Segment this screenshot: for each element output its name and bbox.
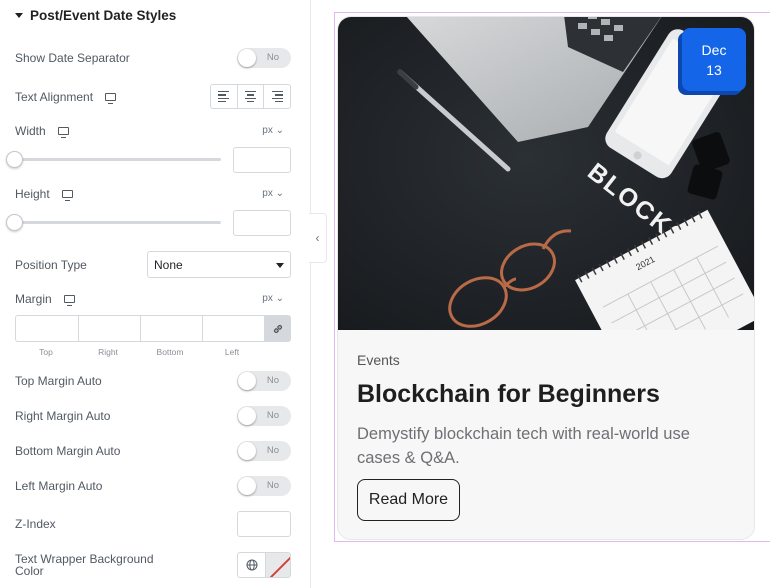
align-right-icon[interactable] (263, 85, 290, 108)
globe-icon[interactable] (238, 553, 265, 577)
chevron-left-icon: ‹ (315, 231, 320, 245)
desktop-icon[interactable] (63, 295, 75, 306)
bottom-margin-auto-toggle[interactable]: No (237, 441, 291, 461)
position-type-label: Position Type (15, 258, 87, 272)
margin-top-label: Top (39, 347, 53, 357)
width-input[interactable] (233, 147, 291, 173)
link-icon[interactable] (264, 316, 290, 341)
toggle-knob (238, 442, 256, 460)
margin-dimensions (15, 315, 291, 342)
text-alignment-control (210, 84, 291, 109)
section-header[interactable]: Post/Event Date Styles (15, 8, 176, 23)
text-wrapper-bg-label: Text Wrapper Background Color (15, 552, 154, 578)
desktop-icon[interactable] (61, 190, 73, 201)
toggle-knob (238, 49, 256, 67)
width-slider-track[interactable] (15, 158, 221, 161)
toggle-knob (238, 407, 256, 425)
height-slider-track[interactable] (15, 221, 221, 224)
align-left-icon[interactable] (211, 85, 237, 108)
collapse-panel-button[interactable]: ‹ (309, 213, 327, 263)
left-margin-auto-label: Left Margin Auto (15, 479, 103, 493)
z-index-input[interactable] (237, 511, 291, 537)
margin-right-input[interactable] (78, 316, 140, 341)
margin-unit-select[interactable]: px ⌄ (262, 293, 284, 304)
color-swatch[interactable] (265, 553, 290, 577)
caret-down-icon (15, 13, 23, 18)
show-separator-toggle[interactable]: No (237, 48, 291, 68)
chevron-down-icon (276, 263, 284, 268)
top-margin-auto-toggle[interactable]: No (237, 371, 291, 391)
margin-label: Margin (15, 292, 75, 306)
show-separator-label: Show Date Separator (15, 51, 130, 65)
event-date-badge: Dec 13 (682, 28, 746, 91)
read-more-button[interactable]: Read More (357, 479, 460, 521)
width-slider-handle[interactable] (6, 151, 23, 168)
top-margin-auto-label: Top Margin Auto (15, 374, 102, 388)
toggle-state: No (266, 410, 279, 421)
height-input[interactable] (233, 210, 291, 236)
toggle-state: No (266, 375, 279, 386)
margin-right-label: Right (98, 347, 118, 357)
date-day: 13 (706, 62, 722, 78)
margin-left-label: Left (224, 347, 240, 357)
toggle-state: No (266, 445, 279, 456)
bottom-margin-auto-label: Bottom Margin Auto (15, 444, 121, 458)
toggle-state: No (266, 480, 279, 491)
margin-top-input[interactable] (16, 316, 78, 341)
event-card[interactable]: BLOCKCHAIN 2021 Dec 13 Events Blockchain… (337, 16, 755, 540)
toggle-state: No (266, 52, 279, 63)
margin-field-labels: Top Right Bottom Left (15, 347, 263, 357)
date-month: Dec (701, 42, 727, 58)
toggle-knob (238, 372, 256, 390)
width-label: Width (15, 124, 69, 138)
event-description: Demystify blockchain tech with real-worl… (357, 425, 690, 467)
margin-bottom-input[interactable] (140, 316, 202, 341)
margin-left-input[interactable] (202, 316, 264, 341)
text-alignment-label: Text Alignment (15, 90, 117, 104)
right-margin-auto-toggle[interactable]: No (237, 406, 291, 426)
color-picker (237, 552, 291, 578)
settings-panel: Post/Event Date Styles Show Date Separat… (0, 0, 311, 588)
left-margin-auto-toggle[interactable]: No (237, 476, 291, 496)
height-slider-handle[interactable] (6, 214, 23, 231)
height-label: Height (15, 187, 73, 201)
width-unit-select[interactable]: px ⌄ (262, 125, 284, 136)
position-type-select[interactable]: None (147, 251, 291, 278)
toggle-knob (238, 477, 256, 495)
right-margin-auto-label: Right Margin Auto (15, 409, 111, 423)
desktop-icon[interactable] (105, 93, 117, 104)
z-index-label: Z-Index (15, 517, 56, 531)
height-unit-select[interactable]: px ⌄ (262, 188, 284, 199)
event-title[interactable]: Blockchain for Beginners (357, 380, 660, 409)
align-center-icon[interactable] (236, 85, 264, 108)
margin-bottom-label: Bottom (156, 347, 184, 357)
section-title: Post/Event Date Styles (30, 8, 177, 23)
event-category: Events (357, 352, 400, 368)
desktop-icon[interactable] (57, 127, 69, 138)
